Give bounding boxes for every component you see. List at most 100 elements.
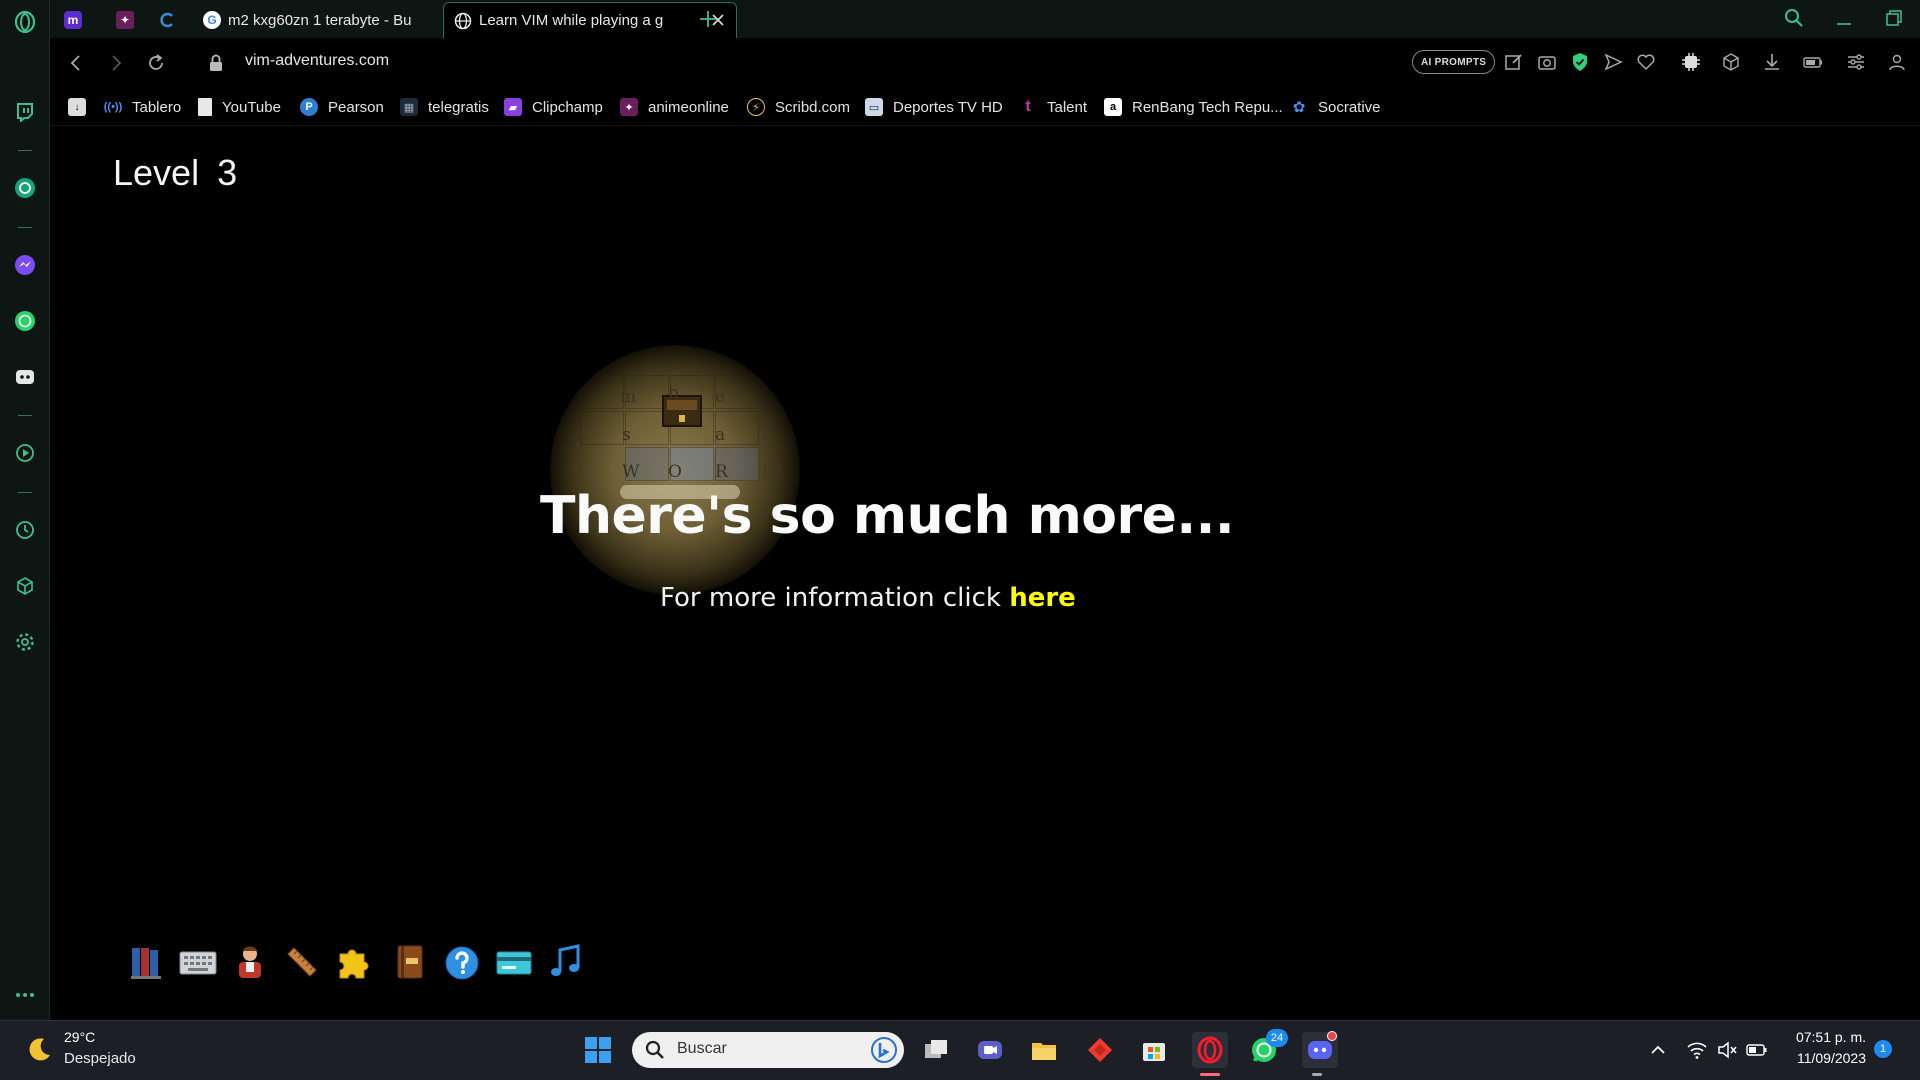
bookmark-youtube[interactable]: YouTube [198, 94, 281, 120]
tab-pinned-anime[interactable]: ✦ [106, 2, 146, 38]
weather-moon-icon[interactable] [24, 1035, 54, 1065]
scribd-icon: ⚡ [747, 98, 765, 116]
whatsapp-icon[interactable] [13, 309, 37, 333]
bookmarks-bar: ↓ ((•)) Tablero YouTube P Pearson ▦ tele… [50, 88, 1920, 126]
keyboard-icon[interactable] [178, 942, 218, 982]
grid-letter: O [668, 462, 682, 482]
globe-icon [454, 12, 472, 30]
taskbar-search-input[interactable] [632, 1032, 904, 1068]
heart-icon[interactable] [1635, 51, 1657, 73]
game-viewport [51, 126, 1920, 1020]
new-tab-icon[interactable] [697, 8, 719, 30]
battery-icon[interactable] [1746, 1040, 1768, 1060]
weather-temperature[interactable]: 29°C [64, 1029, 95, 1045]
app-running-indicator [1312, 1073, 1322, 1076]
cube-icon[interactable] [1720, 51, 1742, 73]
history-icon[interactable] [13, 518, 37, 542]
grid-letter: b [668, 383, 679, 403]
bookmark-label: Scribd.com [775, 98, 851, 116]
windows-start-icon[interactable] [580, 1032, 616, 1068]
grid-letter: d [578, 425, 589, 445]
opera-taskbar-icon[interactable] [1192, 1032, 1228, 1068]
bookmark-talent[interactable]: t Talent [1019, 94, 1087, 120]
lock-icon[interactable] [204, 51, 228, 75]
bookmark-deportes[interactable]: ▭ Deportes TV HD [865, 94, 1003, 120]
send-icon[interactable] [1602, 51, 1624, 73]
bookmark-socrative[interactable]: ✿ Socrative [1290, 94, 1381, 120]
messenger-icon[interactable] [13, 253, 37, 277]
download-icon[interactable] [1761, 51, 1783, 73]
puzzle-icon[interactable] [334, 942, 374, 982]
tab-google-search[interactable]: G m2 kxg60zn 1 terabyte - Bu [193, 2, 485, 38]
character-icon[interactable] [230, 942, 270, 982]
bookmark-animeonline[interactable]: ✦ animeonline [620, 94, 729, 120]
twitch-icon[interactable] [13, 100, 37, 124]
vpn-shield-icon[interactable] [1569, 51, 1591, 73]
sidebar-separator [18, 150, 32, 151]
url-field[interactable]: vim-adventures.com [245, 52, 389, 70]
bookmark-pearson[interactable]: P Pearson [300, 94, 384, 120]
tab-label: Learn VIM while playing a g [479, 12, 664, 29]
grid-letter: r [762, 425, 771, 445]
telegratis-icon: ▦ [400, 98, 418, 116]
back-icon[interactable] [64, 51, 88, 75]
extensions-icon[interactable] [13, 574, 37, 598]
settings-icon[interactable] [13, 630, 37, 654]
clock-date[interactable]: 11/09/2023 [1784, 1050, 1866, 1066]
books-icon[interactable] [128, 942, 168, 982]
teams-chat-icon[interactable] [972, 1032, 1008, 1068]
chatgpt-icon[interactable] [13, 176, 37, 200]
level-word: Level [113, 152, 200, 193]
notification-count-badge[interactable]: 1 [1874, 1040, 1892, 1058]
bing-icon[interactable] [870, 1036, 898, 1064]
microsoft-store-icon[interactable] [1136, 1032, 1172, 1068]
camera-icon[interactable] [1536, 51, 1558, 73]
grid-letter: s [622, 425, 631, 445]
reload-icon[interactable] [144, 51, 168, 75]
card-icon[interactable] [494, 942, 534, 982]
ad-blocker-icon[interactable] [1680, 51, 1702, 73]
clipchamp-icon: ▰ [504, 98, 522, 116]
wifi-icon[interactable] [1686, 1040, 1708, 1060]
easy-setup-icon[interactable] [1845, 51, 1867, 73]
sidebar-separator [18, 227, 32, 228]
clock-time[interactable]: 07:51 p. m. [1790, 1029, 1866, 1045]
more-options-icon[interactable] [13, 983, 37, 1007]
ruler-icon[interactable] [282, 942, 322, 982]
battery-saver-icon[interactable] [1802, 51, 1824, 73]
task-view-icon[interactable] [918, 1032, 954, 1068]
active-app-indicator [1200, 1073, 1220, 1076]
sidebar-separator [18, 492, 32, 493]
bookmark-renbang[interactable]: a RenBang Tech Repu... [1104, 94, 1283, 120]
google-icon: G [203, 11, 221, 29]
tab-vim-adventures[interactable]: Learn VIM while playing a g [443, 2, 737, 38]
player-icon[interactable] [13, 441, 37, 465]
tab-pinned-m[interactable]: m [54, 2, 94, 38]
bookmark-speed-dial[interactable]: ↓ [68, 94, 96, 120]
volume-muted-icon[interactable] [1716, 1040, 1738, 1060]
tab-pinned-loading[interactable] [148, 2, 190, 38]
manual-book-icon[interactable] [390, 942, 430, 982]
forward-icon[interactable] [104, 51, 128, 75]
weather-description[interactable]: Despejado [64, 1050, 136, 1067]
restore-icon[interactable] [1883, 7, 1905, 29]
bookmark-telegratis[interactable]: ▦ telegratis [400, 94, 489, 120]
opera-logo-icon[interactable] [13, 10, 37, 34]
anydesk-icon[interactable] [1082, 1032, 1118, 1068]
minimize-icon[interactable] [1833, 7, 1855, 29]
bookmark-tablero[interactable]: ((•)) Tablero [104, 94, 181, 120]
file-explorer-icon[interactable] [1026, 1032, 1062, 1068]
discord-icon[interactable] [13, 365, 37, 389]
help-icon[interactable] [442, 942, 482, 982]
ai-prompts-button[interactable]: AI PROMPTS [1412, 50, 1496, 74]
bookmark-clipchamp[interactable]: ▰ Clipchamp [504, 94, 603, 120]
broadcast-icon: ((•)) [103, 101, 123, 113]
profile-icon[interactable] [1886, 51, 1908, 73]
bookmark-label: Socrative [1318, 98, 1381, 116]
here-link[interactable]: here [1009, 583, 1076, 613]
bookmark-scribd[interactable]: ⚡ Scribd.com [747, 94, 850, 120]
edit-icon[interactable] [1503, 51, 1525, 73]
chevron-up-icon[interactable] [1648, 1040, 1668, 1060]
search-tabs-icon[interactable] [1783, 7, 1805, 29]
music-icon[interactable] [546, 942, 586, 982]
